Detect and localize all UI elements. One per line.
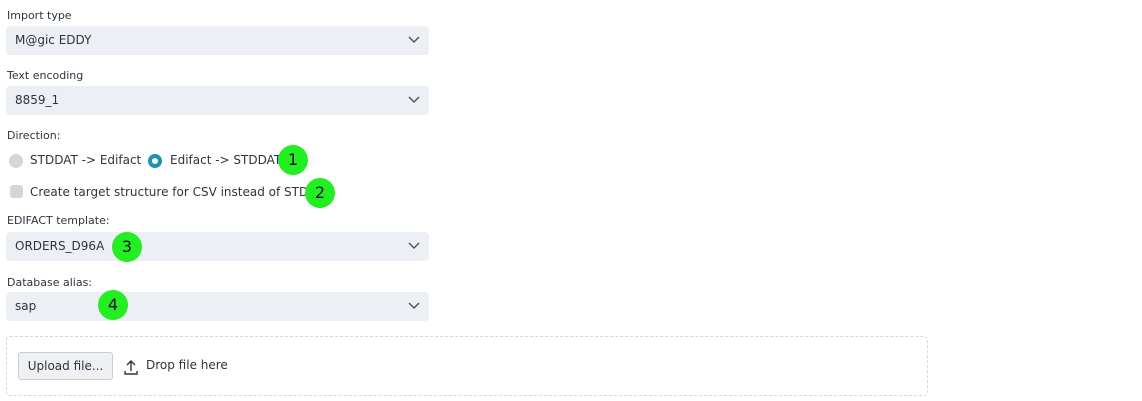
import-type-value: M@gic EDDY [15, 33, 92, 47]
upload-icon [124, 360, 138, 375]
edifact-template-select[interactable]: ORDERS_D96A [6, 232, 429, 261]
chevron-down-icon [408, 242, 420, 250]
radio-stddat-to-edifact-label[interactable]: STDDAT -> Edifact [30, 153, 141, 167]
drop-file-text: Drop file here [146, 358, 228, 372]
csv-target-checkbox-label[interactable]: Create target structure for CSV instead … [30, 185, 323, 199]
annotation-badge-2: 2 [305, 178, 335, 208]
chevron-down-icon [408, 96, 420, 104]
edifact-template-label: EDIFACT template: [7, 214, 110, 227]
chevron-down-icon [408, 302, 420, 310]
annotation-badge-4: 4 [98, 290, 128, 320]
import-type-label: Import type [7, 9, 72, 22]
csv-target-checkbox[interactable] [10, 185, 23, 198]
database-alias-select[interactable]: sap [6, 292, 429, 321]
database-alias-label: Database alias: [7, 276, 93, 289]
import-type-select[interactable]: M@gic EDDY [6, 26, 429, 55]
text-encoding-label: Text encoding [7, 69, 84, 82]
radio-selected-dot [152, 158, 158, 164]
direction-label: Direction: [7, 129, 61, 142]
text-encoding-value: 8859_1 [15, 93, 60, 107]
annotation-badge-1: 1 [278, 145, 308, 175]
file-dropzone[interactable]: Upload file... Drop file here [6, 336, 928, 396]
database-alias-value: sap [15, 299, 37, 313]
annotation-badge-3: 3 [112, 232, 142, 262]
edifact-template-value: ORDERS_D96A [15, 239, 105, 253]
chevron-down-icon [408, 36, 420, 44]
radio-edifact-to-stddat-label[interactable]: Edifact -> STDDAT [170, 153, 281, 167]
text-encoding-select[interactable]: 8859_1 [6, 86, 429, 115]
upload-file-button[interactable]: Upload file... [18, 352, 113, 380]
radio-edifact-to-stddat[interactable] [148, 154, 162, 168]
radio-stddat-to-edifact[interactable] [9, 154, 23, 168]
